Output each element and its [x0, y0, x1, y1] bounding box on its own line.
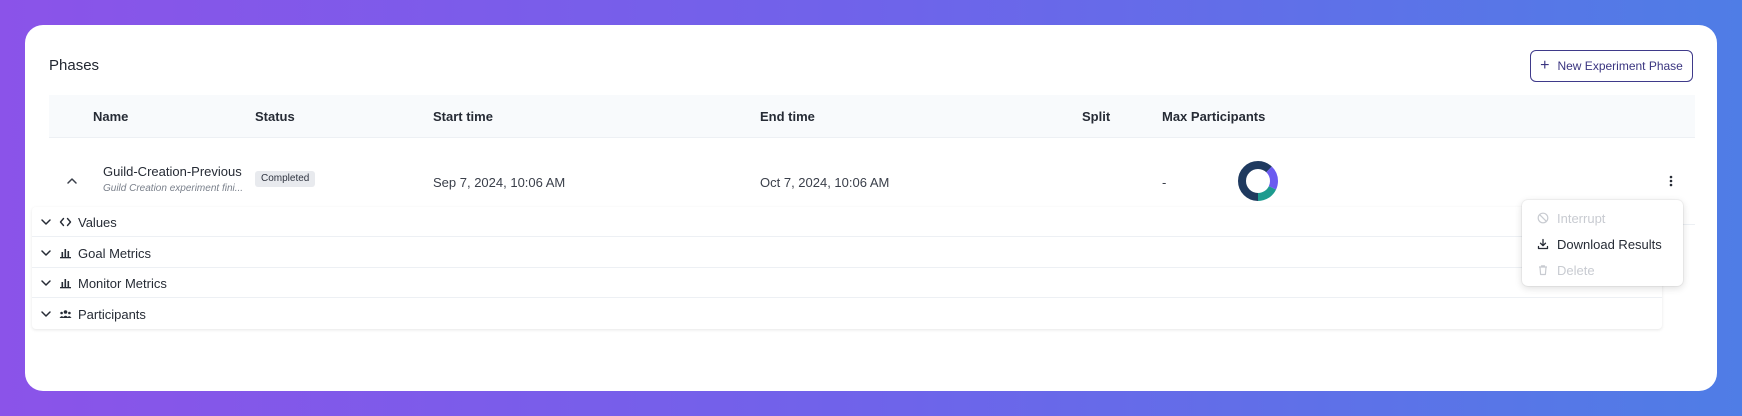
section-goal-metrics[interactable]: Goal Metrics [32, 238, 1662, 268]
phase-name: Guild-Creation-Previous [103, 164, 242, 179]
chevron-up-icon[interactable] [65, 174, 79, 188]
menu-item-label: Download Results [1557, 236, 1662, 252]
code-icon [59, 217, 72, 227]
section-participants[interactable]: Participants [32, 299, 1662, 329]
plus-icon: + [1540, 57, 1550, 74]
header-max-participants: Max Participants [1162, 109, 1266, 124]
phase-description: Guild Creation experiment fini... [103, 183, 244, 194]
header-name: Name [93, 109, 129, 124]
end-time: Oct 7, 2024, 10:06 AM [760, 175, 890, 190]
section-label: Goal Metrics [78, 246, 151, 261]
start-time: Sep 7, 2024, 10:06 AM [433, 175, 566, 190]
menu-item-label: Delete [1557, 262, 1595, 278]
menu-item-interrupt[interactable]: Interrupt [1522, 205, 1683, 231]
bar-chart-icon [60, 279, 71, 289]
chevron-down-icon[interactable] [40, 247, 52, 259]
section-label: Values [78, 215, 117, 230]
chevron-down-icon[interactable] [40, 308, 52, 320]
header-end-time: End time [760, 109, 815, 124]
menu-item-delete[interactable]: Delete [1522, 257, 1683, 283]
section-monitor-metrics[interactable]: Monitor Metrics [32, 268, 1662, 298]
chevron-down-icon[interactable] [40, 216, 52, 228]
section-label: Monitor Metrics [78, 276, 167, 291]
people-icon [59, 310, 72, 318]
max-participants: - [1162, 175, 1167, 190]
bar-chart-icon [60, 249, 71, 259]
table-header: Name Status Start time End time Split Ma… [49, 95, 1695, 138]
card-title: Phases [49, 57, 100, 74]
header-status: Status [255, 109, 295, 124]
status-badge: Completed [255, 171, 316, 187]
header-split: Split [1082, 109, 1111, 124]
header-start-time: Start time [433, 109, 493, 124]
new-experiment-phase-button[interactable]: + New Experiment Phase [1530, 50, 1693, 82]
phase-detail-sections: Values Goal Metrics Monitor Metrics Part… [32, 207, 1662, 329]
new-experiment-phase-label: New Experiment Phase [1557, 59, 1683, 73]
row-actions-menu: Interrupt Download Results Delete [1522, 200, 1683, 286]
split-donut-chart [1238, 161, 1278, 201]
section-label: Participants [78, 307, 146, 322]
menu-item-label: Interrupt [1557, 210, 1606, 226]
trash-icon [1539, 265, 1547, 276]
section-values[interactable]: Values [32, 207, 1662, 237]
chevron-down-icon[interactable] [40, 277, 52, 289]
menu-item-download-results[interactable]: Download Results [1522, 231, 1683, 257]
block-icon [1537, 212, 1549, 224]
download-icon [1537, 238, 1549, 250]
more-options-icon[interactable] [1664, 174, 1678, 188]
